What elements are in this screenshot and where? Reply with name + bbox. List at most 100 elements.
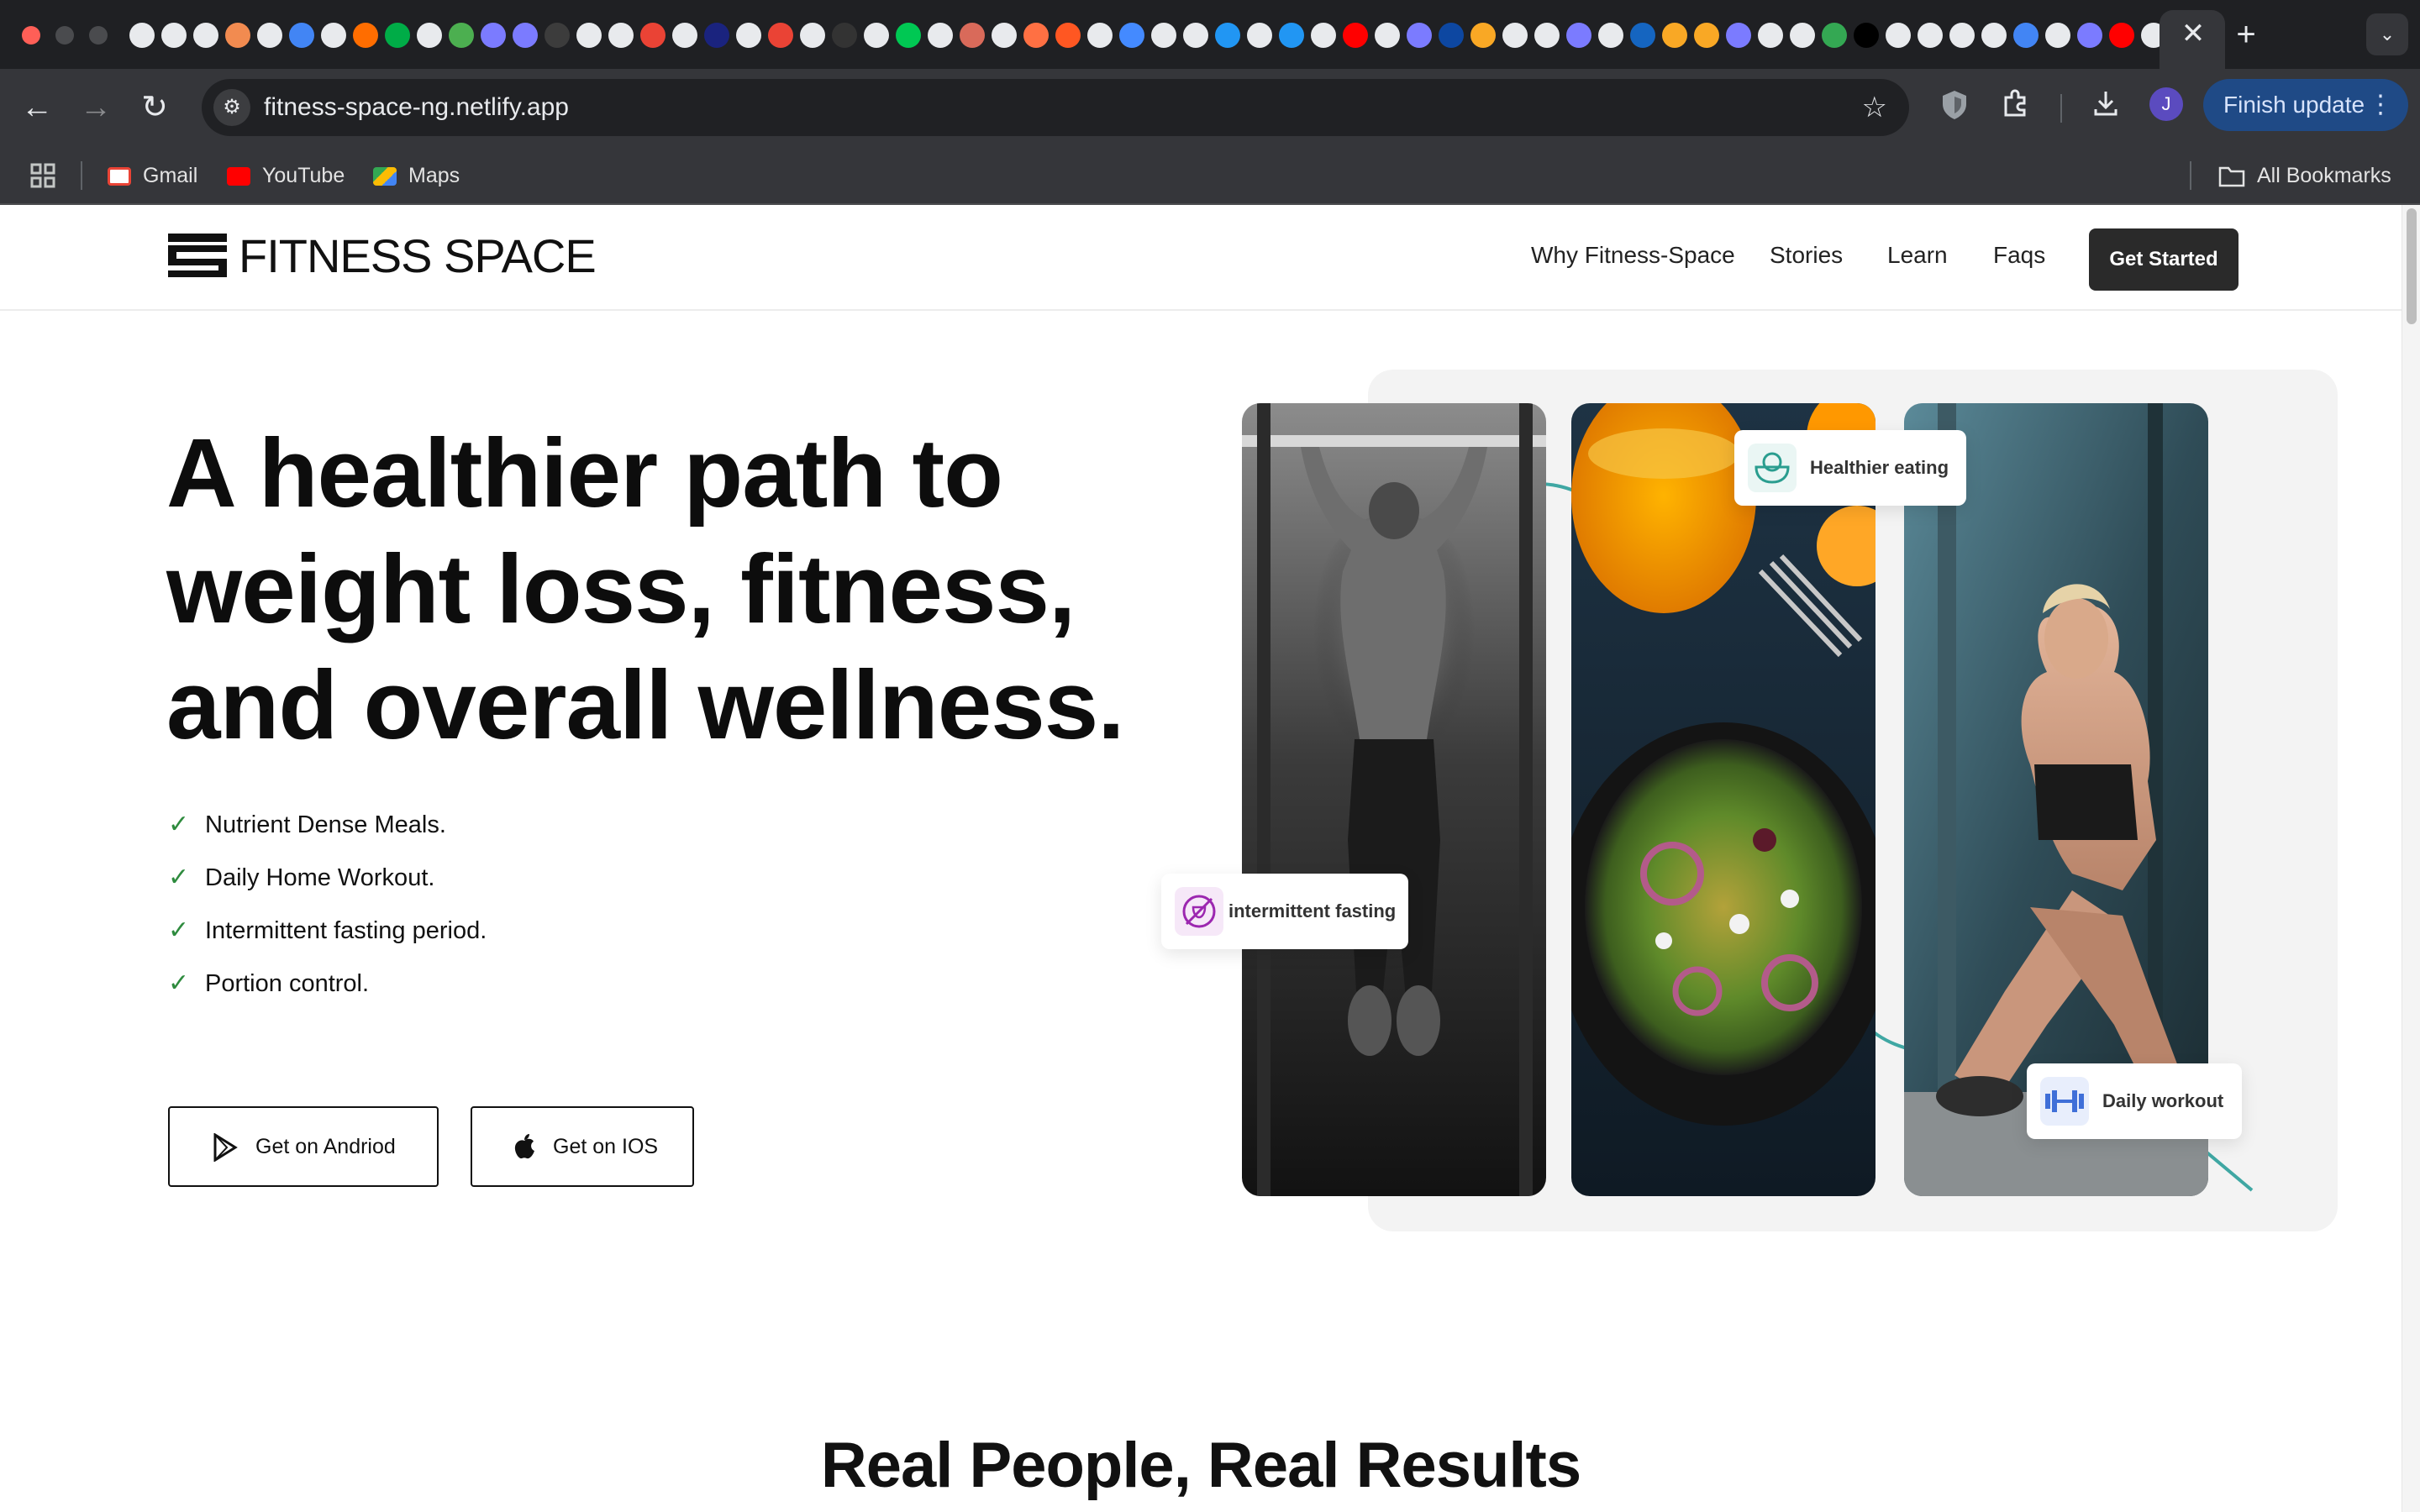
tab-favicon[interactable] bbox=[2077, 23, 2102, 48]
tab-favicon[interactable] bbox=[1119, 23, 1144, 48]
tab-favicon[interactable] bbox=[576, 23, 602, 48]
tab-favicon[interactable] bbox=[193, 23, 218, 48]
nav-faqs[interactable]: Faqs bbox=[1993, 239, 2045, 272]
nav-why-fitness-space[interactable]: Why Fitness-Space bbox=[1531, 239, 1735, 272]
tab-favicon[interactable] bbox=[1023, 23, 1049, 48]
tab-favicon[interactable] bbox=[2045, 23, 2070, 48]
tab-favicon[interactable] bbox=[832, 23, 857, 48]
more-menu-icon[interactable]: ⋮ bbox=[2368, 79, 2393, 131]
tab-favicon[interactable] bbox=[1375, 23, 1400, 48]
tab-favicon[interactable] bbox=[1758, 23, 1783, 48]
tab-favicon[interactable] bbox=[257, 23, 282, 48]
shield-extension-icon[interactable] bbox=[1936, 89, 1973, 126]
extensions-puzzle-icon[interactable] bbox=[1996, 89, 2033, 126]
minimize-window-button[interactable] bbox=[55, 26, 74, 45]
tab-favicon[interactable] bbox=[1470, 23, 1496, 48]
tab-favicon[interactable] bbox=[768, 23, 793, 48]
tab-favicon[interactable] bbox=[1183, 23, 1208, 48]
tab-favicon[interactable] bbox=[1822, 23, 1847, 48]
tab-favicon[interactable] bbox=[1918, 23, 1943, 48]
tab-favicon[interactable] bbox=[417, 23, 442, 48]
tab-favicon[interactable] bbox=[321, 23, 346, 48]
zoom-window-button[interactable] bbox=[89, 26, 108, 45]
tab-favicon[interactable] bbox=[1854, 23, 1879, 48]
tab-favicon[interactable] bbox=[864, 23, 889, 48]
bookmark-maps[interactable]: Maps bbox=[373, 158, 460, 193]
close-window-button[interactable] bbox=[22, 26, 40, 45]
tab-favicon[interactable] bbox=[1407, 23, 1432, 48]
tab-favicon[interactable] bbox=[1662, 23, 1687, 48]
tab-favicon[interactable] bbox=[289, 23, 314, 48]
profile-avatar[interactable]: J bbox=[2149, 87, 2183, 121]
new-tab-button[interactable]: + bbox=[2227, 15, 2265, 54]
reload-icon[interactable]: ↻ bbox=[131, 84, 178, 131]
logo-text[interactable]: FITNESS SPACE bbox=[239, 227, 597, 286]
tab-favicon[interactable] bbox=[1981, 23, 2007, 48]
finish-update-button[interactable]: Finish update ⋮ bbox=[2203, 79, 2408, 131]
tab-favicon[interactable] bbox=[672, 23, 697, 48]
tab-favicon[interactable] bbox=[1534, 23, 1560, 48]
bookmark-youtube[interactable]: YouTube bbox=[227, 158, 345, 193]
download-icon[interactable] bbox=[2087, 89, 2124, 126]
tab-favicon[interactable] bbox=[385, 23, 410, 48]
tab-favicon[interactable] bbox=[1279, 23, 1304, 48]
tab-favicon[interactable] bbox=[1502, 23, 1528, 48]
tab-favicon[interactable] bbox=[1055, 23, 1081, 48]
tab-favicon[interactable] bbox=[1886, 23, 1911, 48]
site-info-icon[interactable]: ⚙ bbox=[213, 89, 250, 126]
tab-favicon[interactable] bbox=[736, 23, 761, 48]
apps-grid-icon[interactable] bbox=[30, 163, 55, 188]
tab-favicon[interactable] bbox=[1311, 23, 1336, 48]
tab-favicon[interactable] bbox=[1439, 23, 1464, 48]
tab-favicon[interactable] bbox=[129, 23, 155, 48]
tab-search-button[interactable]: ⌄ bbox=[2366, 13, 2408, 55]
tab-favicon[interactable] bbox=[1566, 23, 1591, 48]
tab-favicon[interactable] bbox=[161, 23, 187, 48]
tab-favicon[interactable] bbox=[896, 23, 921, 48]
tab-favicon[interactable] bbox=[1949, 23, 1975, 48]
get-on-ios-button[interactable]: Get on IOS bbox=[471, 1106, 694, 1187]
tab-favicon[interactable] bbox=[1151, 23, 1176, 48]
tab-favicon[interactable] bbox=[481, 23, 506, 48]
tab-favicon[interactable] bbox=[1630, 23, 1655, 48]
tab-favicon[interactable] bbox=[2141, 23, 2160, 48]
close-tab-icon[interactable]: ✕ bbox=[2178, 18, 2208, 49]
tab-favicon[interactable] bbox=[1790, 23, 1815, 48]
tab-favicon[interactable] bbox=[225, 23, 250, 48]
tab-favicon[interactable] bbox=[1247, 23, 1272, 48]
address-bar[interactable]: ⚙ fitness-space-ng.netlify.app ☆ bbox=[202, 79, 1909, 136]
forward-arrow-icon[interactable]: → bbox=[72, 84, 119, 131]
tab-favicon[interactable] bbox=[1694, 23, 1719, 48]
tab-favicon[interactable] bbox=[1087, 23, 1113, 48]
nav-learn[interactable]: Learn bbox=[1887, 239, 1948, 272]
url-text[interactable]: fitness-space-ng.netlify.app bbox=[264, 79, 569, 136]
maps-icon bbox=[373, 167, 397, 186]
tab-favicon[interactable] bbox=[992, 23, 1017, 48]
tab-favicon[interactable] bbox=[1215, 23, 1240, 48]
tab-favicon[interactable] bbox=[1726, 23, 1751, 48]
back-arrow-icon[interactable]: ← bbox=[13, 84, 60, 131]
tab-favicon[interactable] bbox=[2013, 23, 2039, 48]
tab-favicon[interactable] bbox=[1598, 23, 1623, 48]
tab-favicon[interactable] bbox=[513, 23, 538, 48]
tab-favicon[interactable] bbox=[960, 23, 985, 48]
tab-favicon[interactable] bbox=[928, 23, 953, 48]
nav-stories[interactable]: Stories bbox=[1770, 239, 1843, 272]
get-on-android-button[interactable]: Get on Andriod bbox=[168, 1106, 439, 1187]
tab-favicon[interactable] bbox=[449, 23, 474, 48]
bookmark-star-icon[interactable]: ☆ bbox=[1862, 79, 1887, 136]
bookmark-gmail[interactable]: Gmail bbox=[108, 158, 197, 193]
logo-icon[interactable] bbox=[168, 234, 227, 277]
all-bookmarks-button[interactable]: All Bookmarks bbox=[2218, 158, 2391, 193]
tab-favicon[interactable] bbox=[800, 23, 825, 48]
tab-favicon[interactable] bbox=[1343, 23, 1368, 48]
tab-favicon[interactable] bbox=[544, 23, 570, 48]
tab-favicon[interactable] bbox=[2109, 23, 2134, 48]
tab-favicon[interactable] bbox=[353, 23, 378, 48]
scrollbar-thumb[interactable] bbox=[2407, 208, 2417, 324]
tab-favicon[interactable] bbox=[608, 23, 634, 48]
tab-favicon[interactable] bbox=[640, 23, 666, 48]
get-started-button[interactable]: Get Started bbox=[2089, 228, 2238, 291]
tab-favicon[interactable] bbox=[704, 23, 729, 48]
page-scrollbar[interactable] bbox=[2402, 205, 2420, 1512]
